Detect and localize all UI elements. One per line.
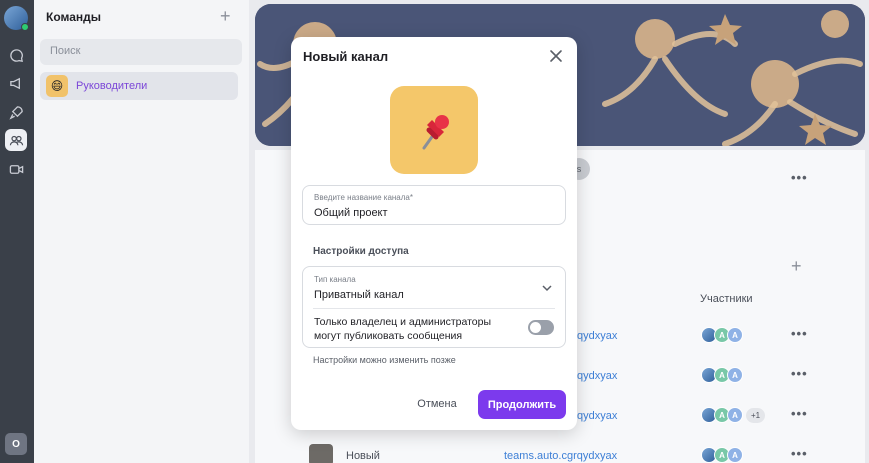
video-icon[interactable]: [5, 158, 27, 180]
participants-header: Участники: [700, 293, 753, 305]
channel-thumbnail: [309, 444, 333, 463]
row-more-button[interactable]: •••: [791, 366, 808, 381]
channel-type-select[interactable]: Приватный канал: [314, 289, 404, 301]
org-badge[interactable]: O: [5, 433, 27, 455]
team-emoji-icon: 😄: [46, 75, 68, 97]
add-channel-button[interactable]: +: [791, 256, 802, 277]
user-avatar[interactable]: [4, 6, 29, 31]
channel-name-value[interactable]: Общий проект: [314, 207, 388, 219]
divider: [313, 308, 555, 309]
add-team-button[interactable]: +: [220, 7, 231, 25]
participants-avatars: AA: [701, 447, 743, 463]
channel-link[interactable]: qydxyax: [577, 330, 617, 342]
owner-only-posting-label: Только владелец и администраторы могут п…: [314, 316, 492, 342]
participants-avatars: AA: [701, 367, 743, 383]
channel-link[interactable]: qydxyax: [577, 370, 617, 382]
teams-icon[interactable]: [5, 129, 27, 151]
sidebar-item-label: Руководители: [76, 80, 148, 92]
owner-only-posting-toggle[interactable]: [528, 320, 554, 335]
channel-link[interactable]: teams.auto.cgrqydxyax: [504, 450, 617, 462]
channel-type-label: Тип канала: [314, 275, 356, 284]
chevron-down-icon[interactable]: [541, 282, 553, 294]
continue-button[interactable]: Продолжить: [478, 390, 566, 419]
dialog-title: Новый канал: [303, 49, 389, 64]
participants-avatars: AA: [701, 327, 743, 343]
chat-icon[interactable]: [5, 44, 27, 66]
toggle-knob: [530, 322, 541, 333]
settings-hint: Настройки можно изменить позже: [313, 355, 456, 365]
megaphone-icon[interactable]: [5, 72, 27, 94]
channel-name-label: Введите название канала*: [314, 193, 413, 202]
channel-name[interactable]: Новый: [346, 450, 380, 462]
channel-link[interactable]: qydxyax: [577, 410, 617, 422]
participants-avatars: A A +1: [701, 407, 766, 423]
sidebar-item-team[interactable]: 😄 Руководители: [40, 72, 238, 100]
access-settings-group: Тип канала Приватный канал Только владел…: [302, 266, 566, 348]
rocket-icon[interactable]: [5, 101, 27, 123]
sidebar-title: Команды: [46, 10, 102, 24]
row-more-button[interactable]: •••: [791, 326, 808, 341]
access-settings-title: Настройки доступа: [313, 246, 409, 257]
online-status-icon: [21, 23, 29, 31]
new-channel-dialog: Новый канал Введите название канала* Общ…: [291, 37, 577, 430]
teams-sidebar: Команды + Поиск 😄 Руководители: [34, 0, 249, 463]
channel-icon-picker[interactable]: [390, 86, 478, 174]
team-more-button[interactable]: •••: [791, 170, 808, 185]
cancel-button[interactable]: Отмена: [409, 390, 465, 418]
close-icon[interactable]: [547, 47, 565, 65]
row-more-button[interactable]: •••: [791, 446, 808, 461]
channel-name-field[interactable]: Введите название канала* Общий проект: [302, 185, 566, 225]
app-rail: O: [0, 0, 34, 463]
search-input[interactable]: Поиск: [40, 39, 242, 65]
row-more-button[interactable]: •••: [791, 406, 808, 421]
pushpin-icon: [422, 115, 449, 150]
